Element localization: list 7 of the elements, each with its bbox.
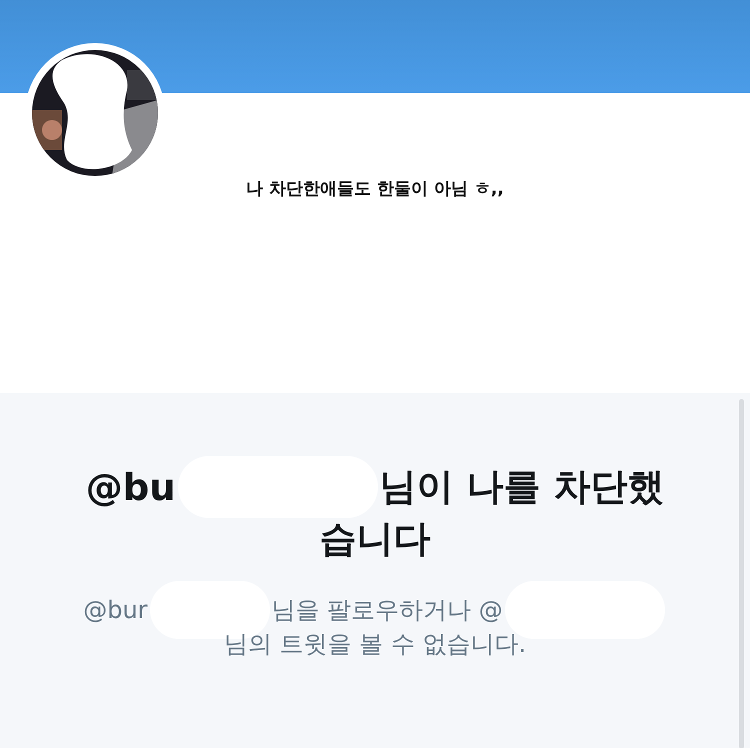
blocked-description-text: 님을 팔로우하거나 @ [272,595,503,626]
blocked-heading-text: @bu [86,466,176,508]
blocked-heading-text: 습니다 [320,516,430,562]
profile-bio: 나 차단한애들도 한둘이 아님 ㅎ,, [246,178,504,200]
blocked-heading-text: 님이 나를 차단했 [380,464,664,510]
blocked-description-text: @bur [83,596,148,624]
blocked-description-text: 님의 트윗을 볼 수 없습니다. [224,629,526,660]
